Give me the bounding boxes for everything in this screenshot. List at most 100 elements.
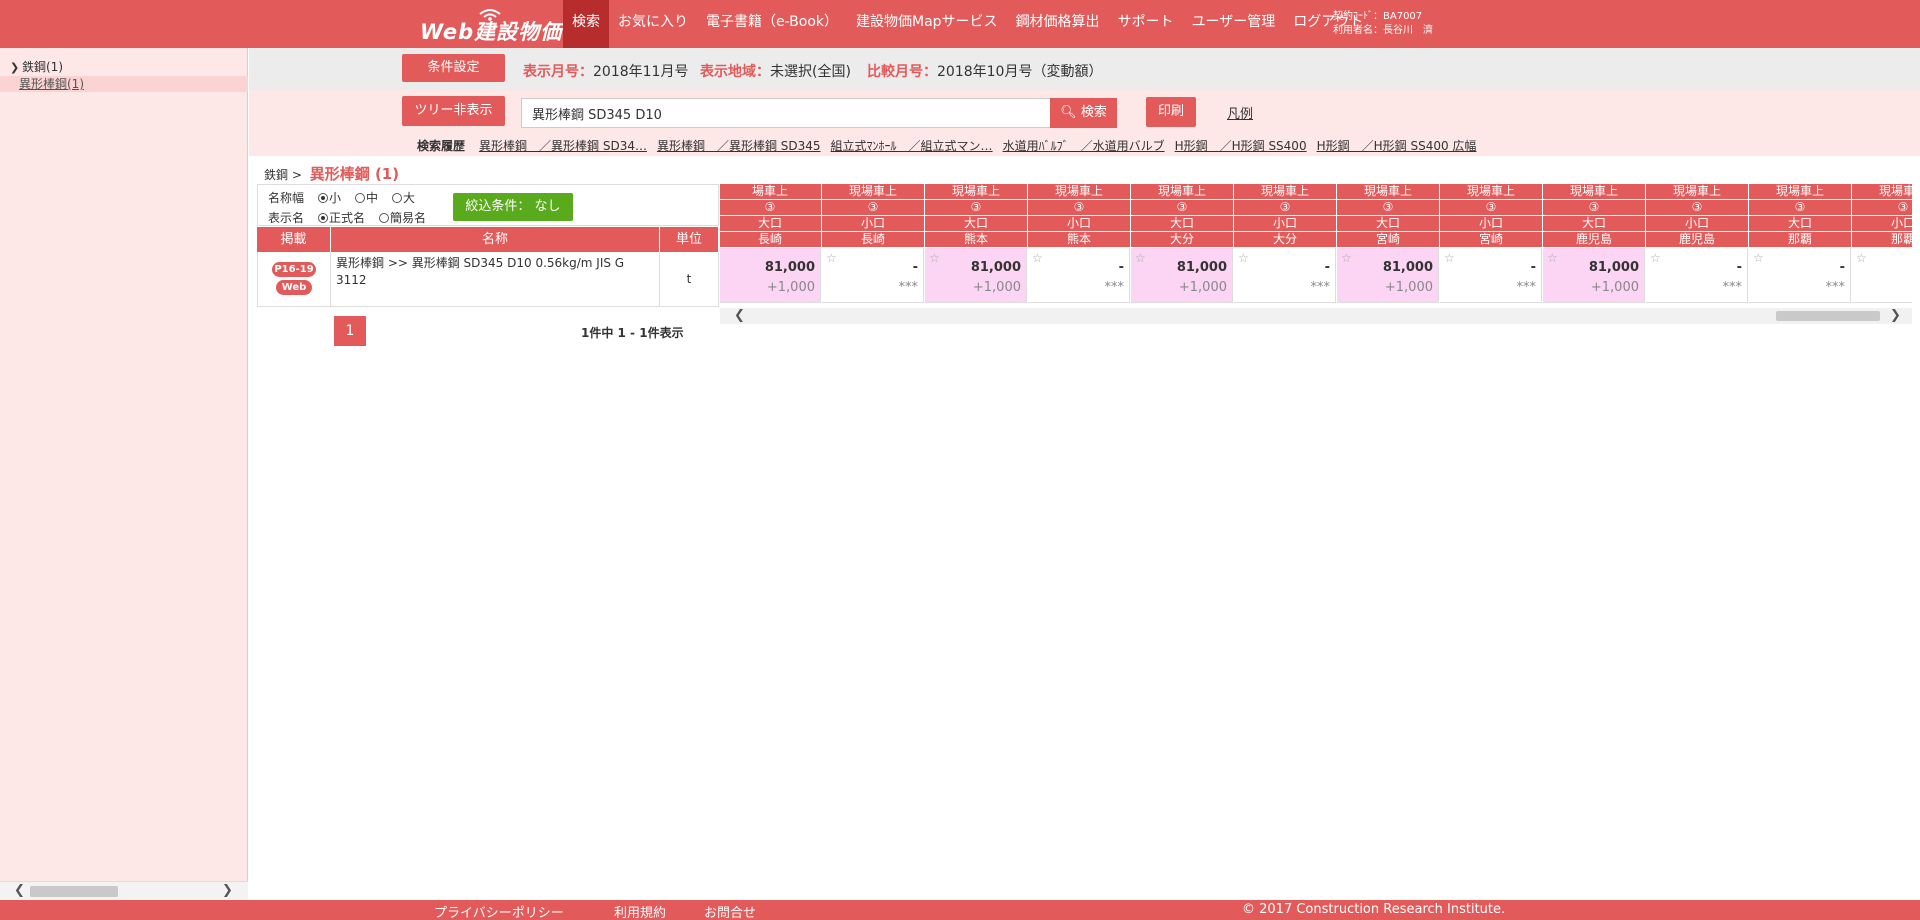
star-icon[interactable]: ☆: [1032, 251, 1043, 265]
price-column: 現場車上 ③ 小口 熊本 ☆ - ***: [1028, 184, 1130, 308]
table-row[interactable]: P16-19 Web 異形棒鋼 >> 異形棒鋼 SD345 D10 0.56kg…: [257, 252, 719, 307]
column-delivery-label: 現場車上: [822, 184, 924, 199]
star-icon[interactable]: ☆: [1753, 251, 1764, 265]
column-city-label: 那覇: [1749, 232, 1851, 247]
main-nav: 検索 お気に入り 電子書籍（e-Book） 建設物価Mapサービス 鋼材価格算出…: [563, 0, 1372, 48]
privacy-policy-link[interactable]: プライバシーポリシー: [434, 902, 564, 920]
header-unit: 単位: [660, 227, 719, 252]
price-cell[interactable]: ☆ 81,000 +1,000: [1131, 248, 1233, 303]
column-delivery-label: 現場車上: [1749, 184, 1851, 199]
contact-link[interactable]: お問合せ: [704, 902, 756, 920]
history-item[interactable]: 水道用ﾊﾞﾙﾌﾞ ／水道用バルブ: [1003, 137, 1165, 154]
breadcrumb-separator: >: [291, 168, 302, 182]
nav-ebook[interactable]: 電子書籍（e-Book）: [697, 0, 847, 48]
page-button-1[interactable]: 1: [334, 316, 366, 346]
web-badge[interactable]: Web: [276, 280, 312, 295]
tree-node-deformed-bar[interactable]: 異形棒鋼(1): [0, 76, 248, 92]
column-city-label: 那覇: [1852, 232, 1912, 247]
footer: プライバシーポリシー 利用規約 お問合せ © 2017 Construction…: [0, 900, 1920, 920]
name-width-large-radio[interactable]: 大: [392, 189, 415, 206]
column-size-label: 大口: [720, 216, 821, 231]
star-icon[interactable]: ☆: [1238, 251, 1249, 265]
price-change: ***: [898, 280, 919, 295]
legend-link[interactable]: 凡例: [1227, 103, 1253, 122]
price-cell[interactable]: ☆-***: [1028, 248, 1130, 303]
column-delivery-label: 現場車上: [1234, 184, 1336, 199]
scrollbar-thumb[interactable]: [30, 886, 118, 897]
price-cell[interactable]: ☆-***: [1440, 248, 1542, 303]
history-item[interactable]: 異形棒鋼 ／異形棒鋼 SD34…: [479, 137, 647, 154]
history-item[interactable]: 組立式ﾏﾝﾎｰﾙ ／組立式マン…: [831, 137, 993, 154]
nav-search[interactable]: 検索: [563, 0, 609, 48]
tree-node-label: 鉄鋼(1): [22, 60, 63, 74]
tree-toggle-button[interactable]: ツリー非表示: [402, 96, 505, 126]
name-width-small-radio[interactable]: 小: [318, 189, 341, 206]
price-change: +1,000: [972, 280, 1021, 295]
display-month: 表示月号：2018年11月号: [523, 64, 689, 80]
tree-node-steel[interactable]: ❯ 鉄鋼(1): [10, 58, 63, 75]
price-change: ***: [1825, 280, 1846, 295]
price-cell[interactable]: ☆-***: [822, 248, 924, 303]
chevron-right-icon[interactable]: ❯: [1890, 308, 1901, 323]
chevron-left-icon[interactable]: ❮: [734, 308, 745, 323]
price-value: -: [1530, 260, 1536, 275]
breadcrumb-parent[interactable]: 鉄鋼: [264, 168, 288, 182]
price-change: ***: [1722, 280, 1743, 295]
star-icon[interactable]: ☆: [1341, 251, 1352, 265]
star-icon[interactable]: ☆: [1547, 251, 1558, 265]
listing-cell: P16-19 Web: [257, 252, 331, 307]
search-input[interactable]: [521, 98, 1051, 128]
chevron-right-icon[interactable]: ❯: [222, 883, 233, 898]
price-cell[interactable]: ☆ 81,000 +1,000: [1337, 248, 1439, 303]
price-cell[interactable]: ☆-***: [1852, 248, 1912, 303]
search-button[interactable]: 🔍︎ 検索: [1050, 98, 1117, 128]
nav-support[interactable]: サポート: [1109, 0, 1183, 48]
star-icon[interactable]: ☆: [1650, 251, 1661, 265]
price-value: -: [1118, 260, 1124, 275]
price-cell[interactable]: 81,000 +1,000: [720, 248, 821, 303]
history-item[interactable]: 異形棒鋼 ／異形棒鋼 SD345: [657, 137, 821, 154]
price-change: +1,000: [1384, 280, 1433, 295]
print-button[interactable]: 印刷: [1146, 97, 1196, 127]
price-column: 現場車上 ③ 大口 那覇 ☆ - ***: [1749, 184, 1851, 308]
display-name-options: 表示名 正式名 簡易名: [268, 209, 427, 226]
chevron-left-icon[interactable]: ❮: [14, 883, 25, 898]
history-item[interactable]: H形鋼 ／H形鋼 SS400 広幅: [1317, 137, 1477, 154]
star-icon[interactable]: ☆: [826, 251, 837, 265]
column-size-label: 小口: [1028, 216, 1130, 231]
display-name-short-radio[interactable]: 簡易名: [379, 209, 426, 226]
history-item[interactable]: H形鋼 ／H形鋼 SS400: [1175, 137, 1307, 154]
nav-user-management[interactable]: ユーザー管理: [1183, 0, 1285, 48]
chevron-down-icon[interactable]: ❯: [10, 61, 22, 74]
star-icon[interactable]: ☆: [1444, 251, 1455, 265]
nav-favorites[interactable]: お気に入り: [609, 0, 697, 48]
scrollbar-thumb[interactable]: [1776, 311, 1880, 321]
price-cell[interactable]: ☆-***: [1749, 248, 1851, 303]
page-badge[interactable]: P16-19: [272, 262, 316, 277]
terms-link[interactable]: 利用規約: [614, 902, 666, 920]
price-cell[interactable]: ☆ 81,000 +1,000: [1543, 248, 1645, 303]
price-cell[interactable]: ☆-***: [1234, 248, 1336, 303]
sidebar-scrollbar[interactable]: ❮ ❯: [0, 881, 248, 900]
price-cell[interactable]: ☆ 81,000 +1,000: [925, 248, 1027, 303]
condition-settings-button[interactable]: 条件設定: [402, 54, 505, 82]
column-city-label: 鹿児島: [1646, 232, 1748, 247]
display-name-formal-radio[interactable]: 正式名: [318, 209, 365, 226]
column-size-label: 大口: [1543, 216, 1645, 231]
price-cell[interactable]: ☆-***: [1646, 248, 1748, 303]
display-region: 表示地域：未選択(全国): [700, 64, 851, 80]
star-icon[interactable]: ☆: [1135, 251, 1146, 265]
star-icon[interactable]: ☆: [929, 251, 940, 265]
nav-steel-price[interactable]: 鋼材価格算出: [1007, 0, 1109, 48]
price-column: 現場車上 ③ 小口 長崎 ☆ - ***: [822, 184, 924, 308]
search-history-label: 検索履歴: [417, 139, 466, 153]
grid-scrollbar[interactable]: ❮ ❯: [720, 308, 1912, 324]
price-column: 現場車上 ③ 大口 宮崎 ☆ 81,000 +1,000: [1337, 184, 1439, 308]
site-logo[interactable]: Web建設物価: [420, 6, 561, 44]
unit-cell: t: [660, 252, 719, 307]
filter-condition-button[interactable]: 絞込条件： なし: [453, 193, 573, 221]
star-icon[interactable]: ☆: [1856, 251, 1867, 265]
name-width-mid-radio[interactable]: 中: [355, 189, 378, 206]
nav-map-service[interactable]: 建設物価Mapサービス: [847, 0, 1007, 48]
column-mark: ③: [1852, 200, 1912, 215]
